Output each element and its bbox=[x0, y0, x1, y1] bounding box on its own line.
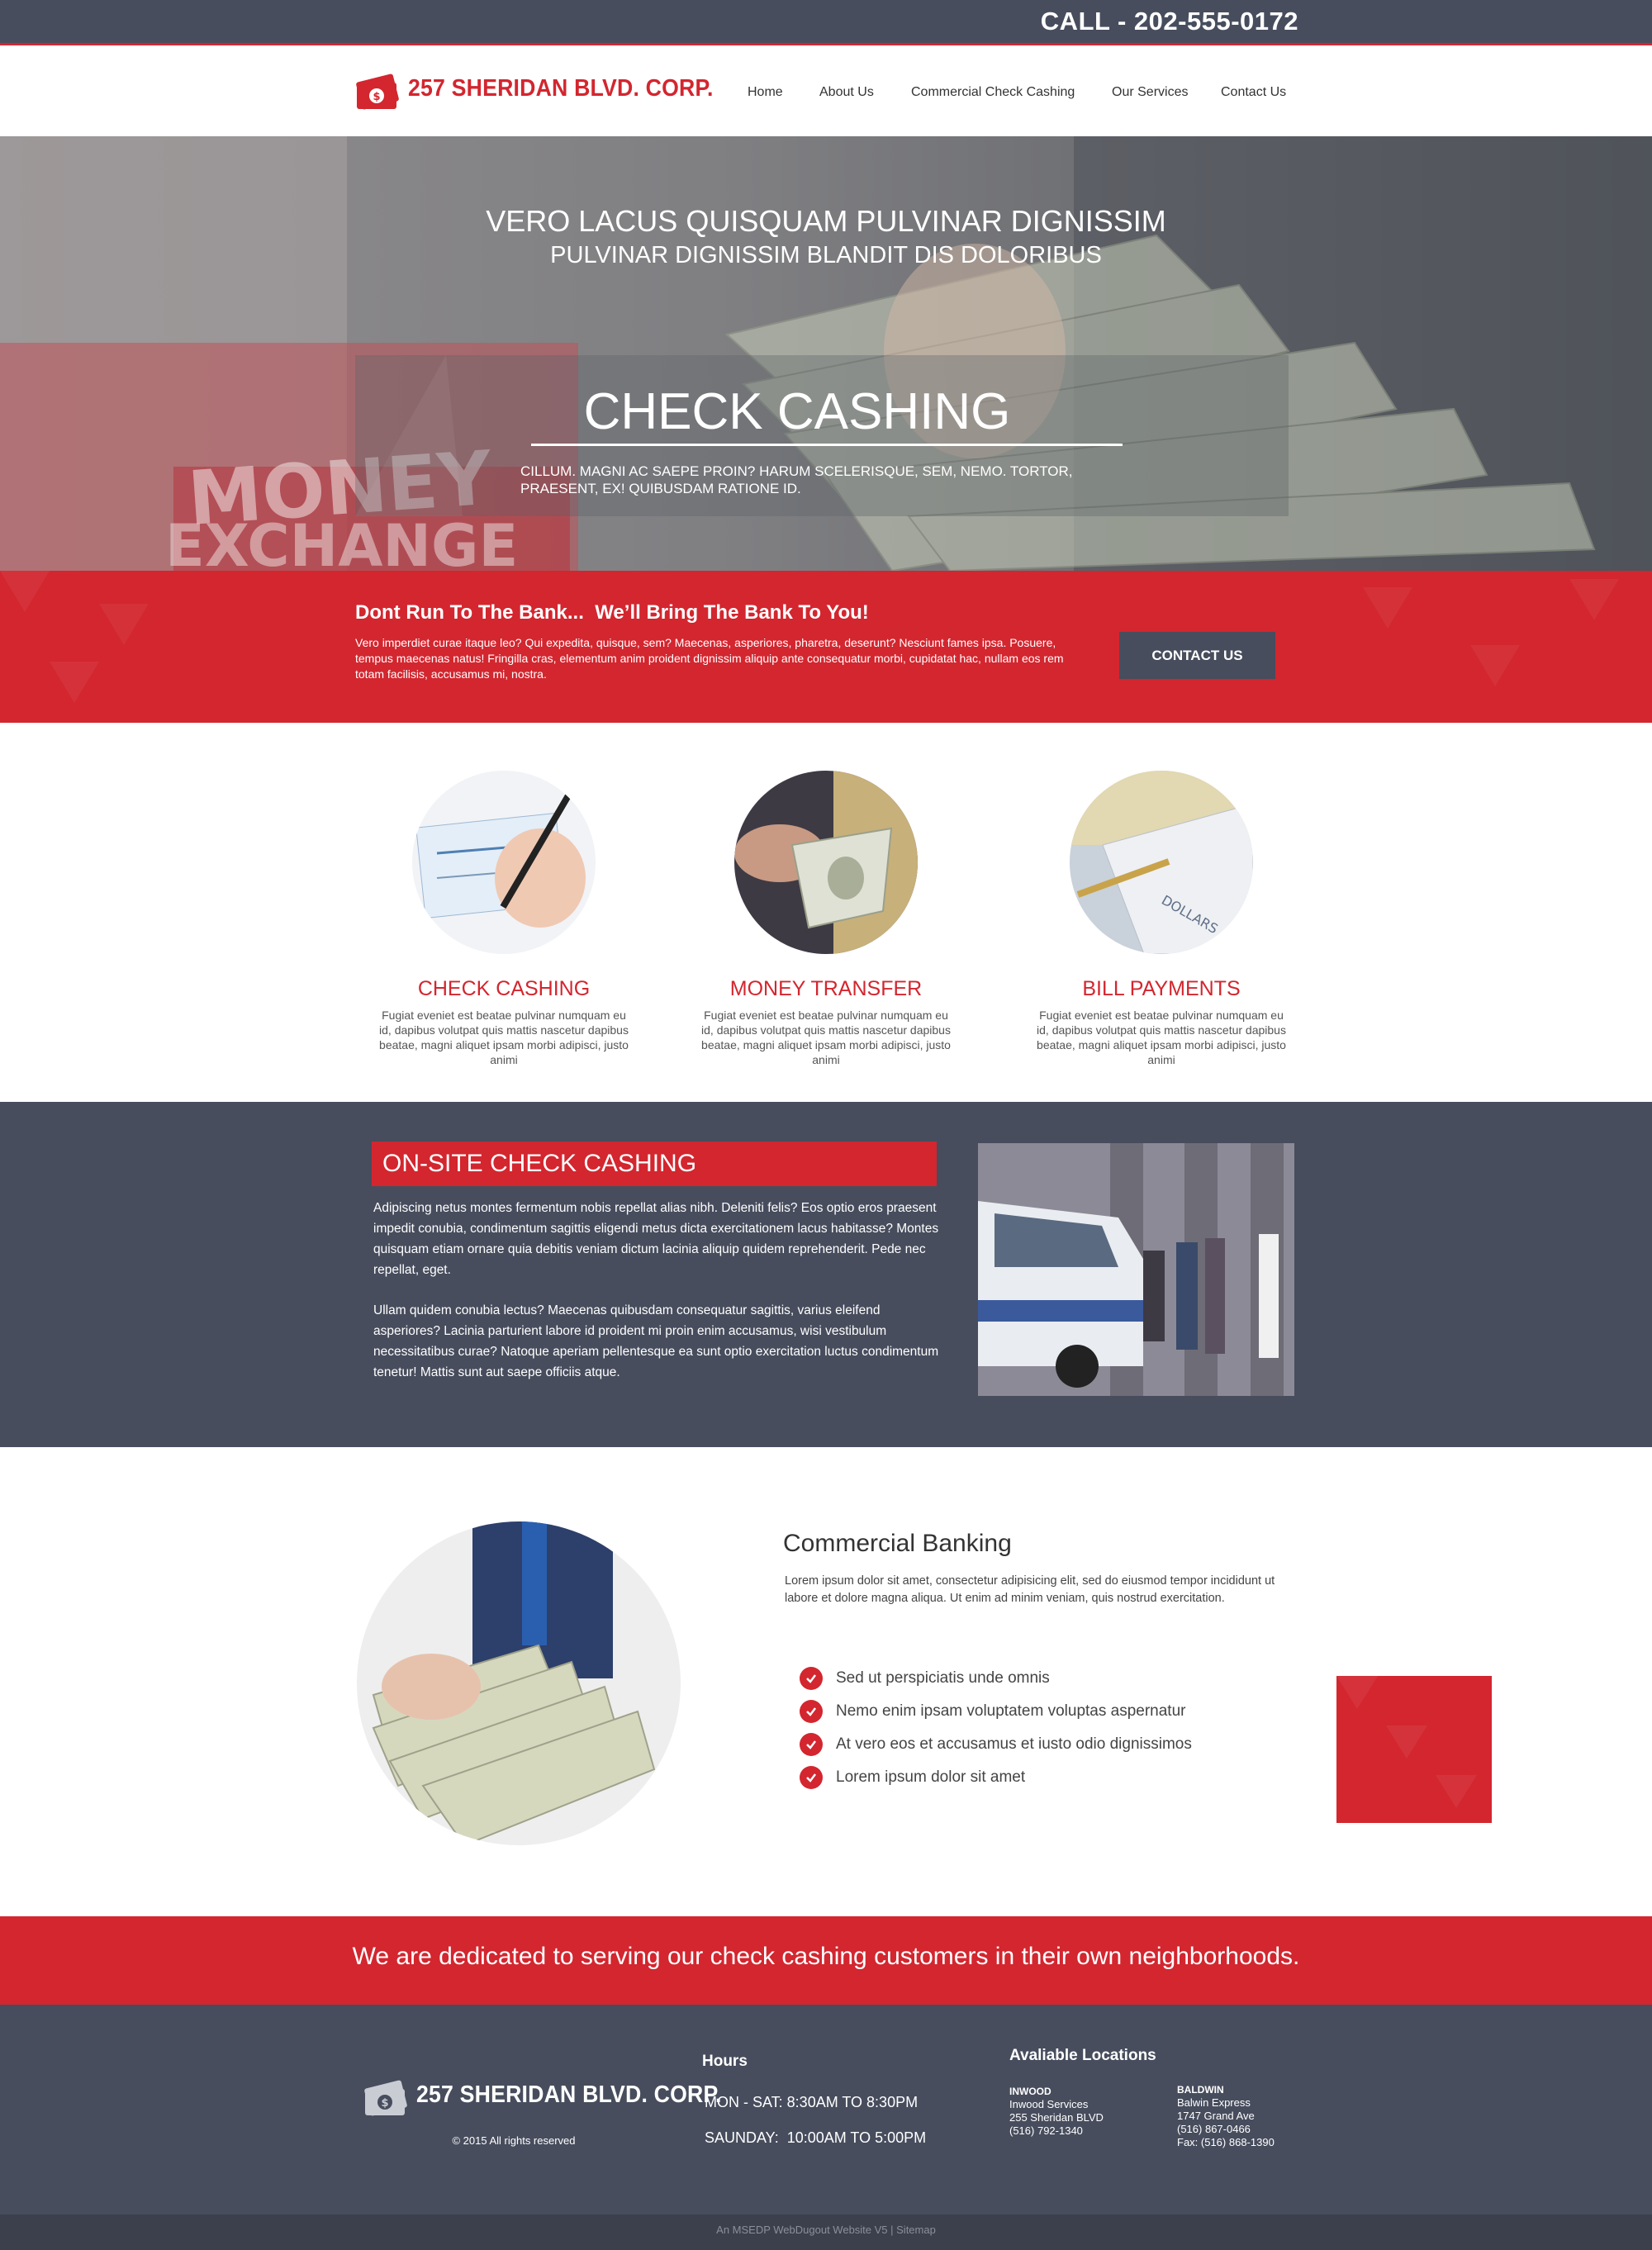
site-header: $ 257 SHERIDAN BLVD. CORP. Home About Us… bbox=[0, 48, 1652, 136]
site-credit-and-sitemap-link[interactable]: An MSEDP WebDugout Website V5 | Sitemap bbox=[716, 2224, 936, 2236]
cta-text: Vero imperdiet curae itaque leo? Qui exp… bbox=[355, 636, 1064, 681]
bill-payments-image: DOLLARS bbox=[1070, 771, 1253, 954]
list-item: Sed ut perspiciatis unde omnis bbox=[800, 1662, 1192, 1695]
nav-contact-us[interactable]: Contact Us bbox=[1221, 85, 1286, 100]
onsite-title: ON-SITE CHECK CASHING bbox=[372, 1142, 937, 1186]
money-icon: $ bbox=[363, 2072, 410, 2117]
call-phone-number[interactable]: CALL - 202-555-0172 bbox=[1041, 7, 1298, 36]
location-line: Balwin Express bbox=[1177, 2096, 1251, 2109]
service-text: Fugiat eveniet est beatae pulvinar numqu… bbox=[379, 1009, 629, 1066]
hours-sunday: SAUNDAY: 10:00AM TO 5:00PM bbox=[705, 2129, 927, 2146]
hero-heading: VERO LACUS QUISQUAM PULVINAR DIGNISSIM bbox=[486, 204, 1166, 238]
top-bar: CALL - 202-555-0172 bbox=[0, 0, 1652, 45]
location-name: INWOOD bbox=[1009, 2086, 1051, 2097]
nav-commercial-check-cashing[interactable]: Commercial Check Cashing bbox=[911, 85, 1075, 100]
commercial-feature-list: Sed ut perspiciatis unde omnis Nemo enim… bbox=[800, 1662, 1192, 1794]
check-icon bbox=[800, 1733, 823, 1756]
svg-text:EXCHANGE: EXCHANGE bbox=[165, 512, 518, 571]
tagline-text: We are dedicated to serving our check ca… bbox=[352, 1943, 1300, 1970]
bottom-bar: An MSEDP WebDugout Website V5 | Sitemap bbox=[0, 2214, 1652, 2250]
cta-heading: Dont Run To The Bank... We’ll Bring The … bbox=[355, 601, 869, 624]
svg-text:$: $ bbox=[381, 2097, 388, 2110]
contact-us-button[interactable]: CONTACT US bbox=[1119, 632, 1275, 679]
list-item: At vero eos et accusamus et iusto odio d… bbox=[800, 1728, 1192, 1761]
location-inwood: INWOOD Inwood Services 255 Sheridan BLVD… bbox=[1009, 2085, 1104, 2138]
hero-banner: MONEY EXCHANGE VERO LACUS QUISQUAM PULVI… bbox=[0, 136, 1652, 571]
commercial-banking-section: Commercial Banking Lorem ipsum dolor sit… bbox=[0, 1447, 1652, 1916]
hero-text: CILLUM. MAGNI AC SAEPE PROIN? HARUM SCEL… bbox=[520, 463, 1073, 496]
check-icon bbox=[800, 1700, 823, 1723]
location-fax: Fax: (516) 868-1390 bbox=[1177, 2136, 1275, 2148]
service-bill-payments[interactable]: DOLLARS BILL PAYMENTS Fugiat eveniet est… bbox=[1021, 723, 1302, 1067]
money-transfer-image bbox=[734, 771, 918, 954]
locations-title: Avaliable Locations bbox=[1009, 2047, 1156, 2064]
nav-home[interactable]: Home bbox=[748, 85, 783, 100]
list-item-label: Lorem ipsum dolor sit amet bbox=[836, 1768, 1026, 1786]
service-money-transfer[interactable]: MONEY TRANSFER Fugiat eveniet est beatae… bbox=[686, 723, 966, 1067]
onsite-section: ON-SITE CHECK CASHING Adipiscing netus m… bbox=[0, 1102, 1652, 1447]
hero-money-image: MONEY EXCHANGE bbox=[0, 136, 1652, 571]
commercial-text: Lorem ipsum dolor sit amet, consectetur … bbox=[785, 1574, 1275, 1605]
location-phone[interactable]: (516) 867-0466 bbox=[1177, 2123, 1251, 2135]
service-title: MONEY TRANSFER bbox=[729, 977, 923, 1000]
location-phone[interactable]: (516) 792-1340 bbox=[1009, 2124, 1083, 2137]
list-item: Nemo enim ipsam voluptatem voluptas aspe… bbox=[800, 1695, 1192, 1728]
check-icon bbox=[800, 1766, 823, 1789]
footer-brand-name: 257 SHERIDAN BLVD. CORP. bbox=[416, 2081, 722, 2108]
check-cashing-image bbox=[412, 771, 596, 954]
check-icon bbox=[800, 1667, 823, 1690]
onsite-van-photo bbox=[978, 1143, 1294, 1396]
list-item-label: Nemo enim ipsam voluptatem voluptas aspe… bbox=[836, 1702, 1186, 1720]
service-title: BILL PAYMENTS bbox=[1082, 977, 1241, 1000]
main-nav: Home About Us Commercial Check Cashing O… bbox=[0, 85, 1652, 110]
list-item-label: Sed ut perspiciatis unde omnis bbox=[836, 1669, 1050, 1687]
service-text: Fugiat eveniet est beatae pulvinar numqu… bbox=[1037, 1009, 1286, 1066]
service-check-cashing[interactable]: CHECK CASHING Fugiat eveniet est beatae … bbox=[363, 723, 644, 1067]
commercial-title: Commercial Banking bbox=[783, 1530, 1012, 1557]
location-name: BALDWIN bbox=[1177, 2084, 1224, 2096]
hours-weekday: MON - SAT: 8:30AM TO 8:30PM bbox=[705, 2094, 919, 2110]
footer-logo[interactable]: $ 257 SHERIDAN BLVD. CORP. bbox=[363, 2072, 748, 2117]
hero-subheading: PULVINAR DIGNISSIM BLANDIT DIS DOLORIBUS bbox=[550, 242, 1102, 268]
services-section: CHECK CASHING Fugiat eveniet est beatae … bbox=[0, 723, 1652, 1102]
commercial-banking-image bbox=[357, 1521, 681, 1845]
location-line: Inwood Services bbox=[1009, 2098, 1089, 2110]
location-baldwin: BALDWIN Balwin Express 1747 Grand Ave (5… bbox=[1177, 2083, 1275, 2149]
tagline-band: We are dedicated to serving our check ca… bbox=[0, 1916, 1652, 2005]
location-line: 255 Sheridan BLVD bbox=[1009, 2111, 1104, 2124]
nav-about-us[interactable]: About Us bbox=[819, 85, 874, 100]
list-item-label: At vero eos et accusamus et iusto odio d… bbox=[836, 1735, 1192, 1753]
hero-divider bbox=[531, 444, 1123, 446]
site-footer: $ 257 SHERIDAN BLVD. CORP. © 2015 All ri… bbox=[0, 2005, 1652, 2214]
onsite-paragraph-1: Adipiscing netus montes fermentum nobis … bbox=[373, 1201, 939, 1277]
onsite-paragraph-2: Ullam quidem conubia lectus? Maecenas qu… bbox=[373, 1303, 939, 1379]
location-line: 1747 Grand Ave bbox=[1177, 2110, 1255, 2122]
list-item: Lorem ipsum dolor sit amet bbox=[800, 1761, 1192, 1794]
nav-our-services[interactable]: Our Services bbox=[1112, 85, 1188, 100]
service-text: Fugiat eveniet est beatae pulvinar numqu… bbox=[701, 1009, 951, 1066]
service-title: CHECK CASHING bbox=[417, 977, 591, 1000]
hero-title: CHECK CASHING bbox=[583, 383, 1011, 440]
red-pattern-block bbox=[1336, 1676, 1492, 1823]
copyright: © 2015 All rights reserved bbox=[452, 2134, 576, 2147]
hours-title: Hours bbox=[702, 2053, 748, 2070]
cta-band: Dont Run To The Bank... We’ll Bring The … bbox=[0, 571, 1652, 723]
